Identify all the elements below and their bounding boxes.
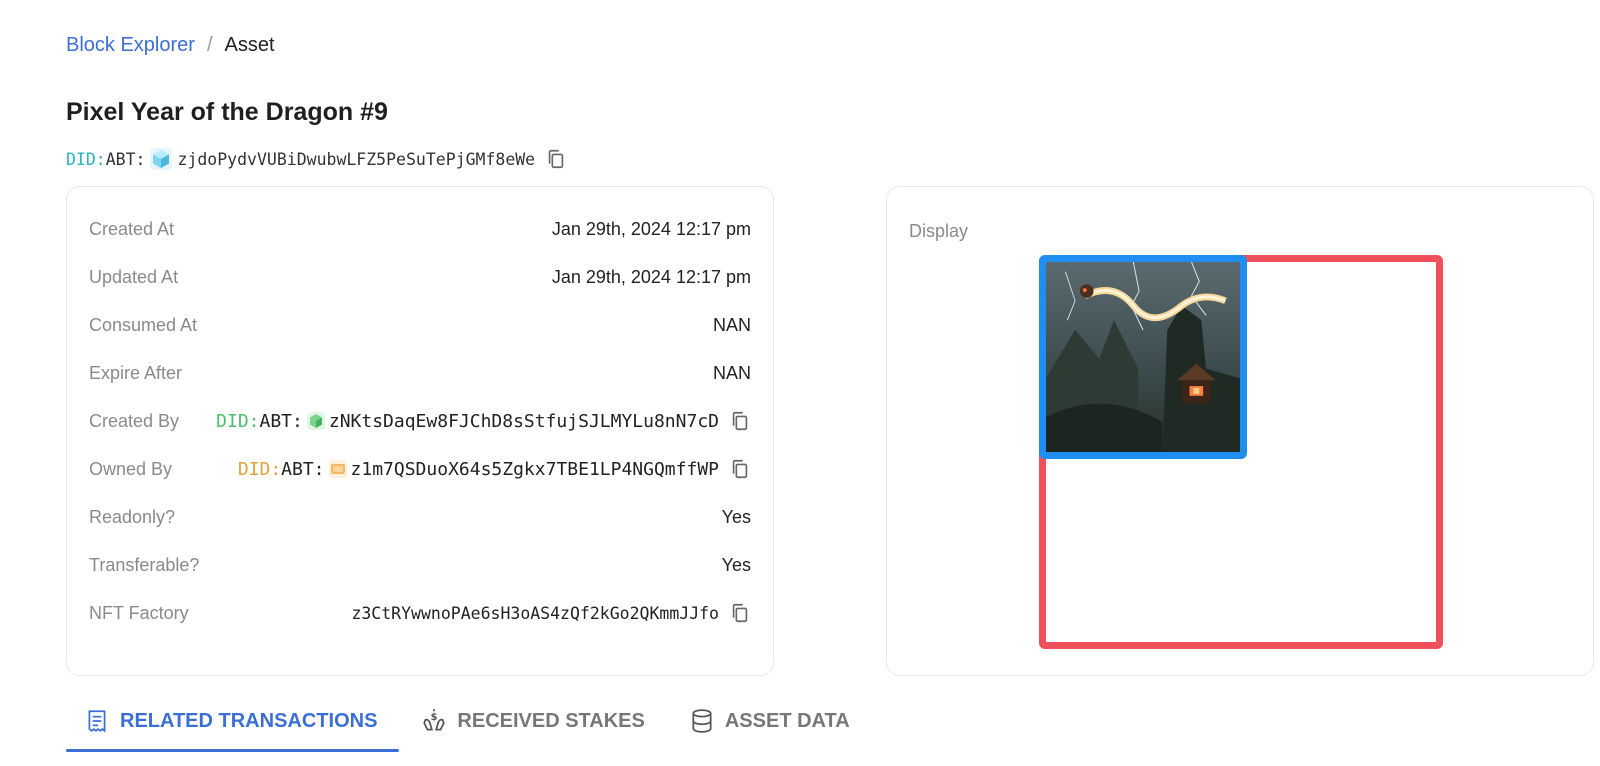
expire-after-value: NAN: [712, 362, 751, 383]
tab-related-transactions[interactable]: RELATED TRANSACTIONS: [66, 690, 400, 752]
consumed-at-value: NAN: [712, 314, 751, 335]
transferable-label: Transferable?: [89, 554, 200, 575]
info-row-readonly: Readonly? Yes: [89, 497, 751, 537]
info-row-expire-after: Expire After NAN: [89, 353, 751, 393]
asset-tabs: RELATED TRANSACTIONS $ RECEIVED STAKES A…: [66, 690, 872, 752]
info-row-updated-at: Updated At Jan 29th, 2024 12:17 pm: [89, 257, 751, 297]
page-title: Pixel Year of the Dragon #9: [66, 98, 388, 126]
readonly-value: Yes: [721, 506, 751, 527]
asset-did: DID: ABT: zjdoPydvVUBiDwubwLFZ5PeSuTePjG…: [66, 148, 567, 170]
info-row-consumed-at: Consumed At NAN: [89, 305, 751, 345]
breadcrumb-separator: /: [206, 34, 213, 56]
asset-address: zjdoPydvVUBiDwubwLFZ5PeSuTePjGMf8eWe: [177, 149, 536, 169]
creator-avatar-icon: [306, 412, 325, 430]
receipt-icon: [84, 708, 110, 734]
info-row-created-by: Created By DID: ABT: zNKtsDaqEw8FJChD8sS…: [89, 401, 751, 441]
updated-at-value: Jan 29th, 2024 12:17 pm: [551, 266, 751, 287]
created-at-label: Created At: [89, 218, 175, 239]
did-scheme: ABT:: [105, 149, 146, 169]
database-icon: [689, 708, 715, 734]
tab-asset-data[interactable]: ASSET DATA: [667, 690, 872, 752]
info-row-owned-by: Owned By DID: ABT: z1m7QSDuoX64s5Zgkx7TB…: [89, 449, 751, 489]
consumed-at-label: Consumed At: [89, 314, 198, 335]
created-by-address[interactable]: zNKtsDaqEw8FJChD8sStfujSJLMYLu8nN7cD: [329, 411, 719, 432]
info-row-nft-factory: NFT Factory z3CtRYwwnoPAe6sH3oAS4zQf2kGo…: [89, 593, 751, 633]
owner-avatar-icon: [328, 460, 347, 478]
asset-avatar-icon: [149, 148, 172, 170]
owned-by-label: Owned By: [89, 458, 173, 479]
did-prefix: DID:: [66, 149, 106, 169]
asset-info-card: Created At Jan 29th, 2024 12:17 pm Updat…: [66, 186, 774, 676]
copy-icon[interactable]: [545, 148, 567, 170]
expire-after-label: Expire After: [89, 362, 183, 383]
owned-by-did: DID: ABT: z1m7QSDuoX64s5Zgkx7TBE1LP4NGQm…: [238, 458, 751, 480]
nft-factory-address[interactable]: z3CtRYwwnoPAe6sH3oAS4zQf2kGo2QKmmJJfo: [351, 604, 719, 623]
svg-text:$: $: [431, 712, 438, 723]
did-prefix: DID:: [216, 410, 260, 432]
owned-by-address[interactable]: z1m7QSDuoX64s5Zgkx7TBE1LP4NGQmffWP: [351, 459, 719, 480]
updated-at-label: Updated At: [89, 266, 179, 287]
nft-image[interactable]: [1039, 255, 1247, 459]
copy-icon[interactable]: [729, 410, 751, 432]
info-row-created-at: Created At Jan 29th, 2024 12:17 pm: [89, 209, 751, 249]
readonly-label: Readonly?: [89, 506, 176, 527]
tab-received-stakes[interactable]: $ RECEIVED STAKES: [399, 690, 666, 752]
info-row-transferable: Transferable? Yes: [89, 545, 751, 585]
display-card: Display: [886, 186, 1594, 676]
display-label: Display: [909, 221, 969, 241]
breadcrumb-block-explorer-link[interactable]: Block Explorer: [66, 34, 195, 57]
transferable-value: Yes: [721, 554, 751, 575]
created-by-label: Created By: [89, 410, 180, 431]
stake-hands-icon: $: [421, 708, 447, 734]
did-scheme: ABT:: [259, 410, 303, 432]
copy-icon[interactable]: [729, 458, 751, 480]
created-by-did: DID: ABT: zNKtsDaqEw8FJChD8sStfujSJLMYLu…: [216, 410, 751, 432]
breadcrumb: Block Explorer / Asset: [66, 34, 275, 57]
breadcrumb-current: Asset: [224, 34, 275, 56]
nft-factory-value: z3CtRYwwnoPAe6sH3oAS4zQf2kGo2QKmmJJfo: [351, 602, 751, 624]
dragon-artwork-icon: [1046, 262, 1240, 452]
created-at-value: Jan 29th, 2024 12:17 pm: [551, 218, 751, 239]
nft-factory-label: NFT Factory: [89, 602, 189, 623]
tab-label: RECEIVED STAKES: [457, 709, 645, 732]
tab-label: ASSET DATA: [724, 709, 850, 732]
copy-icon[interactable]: [729, 602, 751, 624]
did-prefix: DID:: [237, 458, 282, 480]
did-scheme: ABT:: [281, 458, 325, 480]
tab-label: RELATED TRANSACTIONS: [120, 709, 378, 732]
